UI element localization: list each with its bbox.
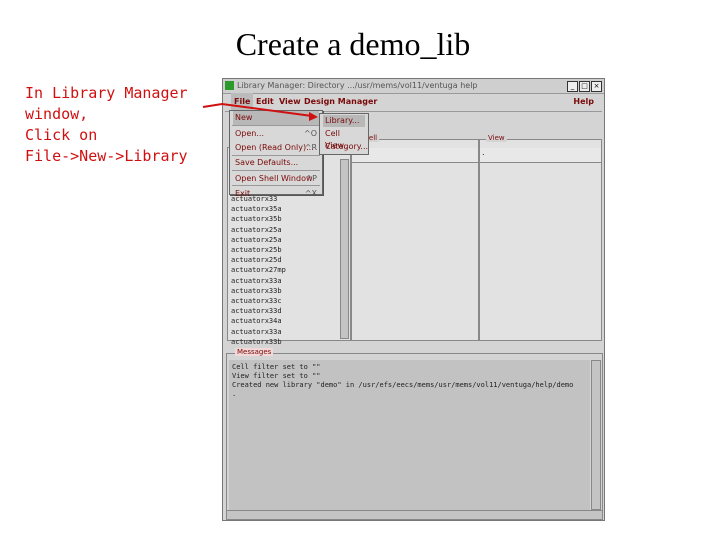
- annotation-arrow: [202, 102, 318, 121]
